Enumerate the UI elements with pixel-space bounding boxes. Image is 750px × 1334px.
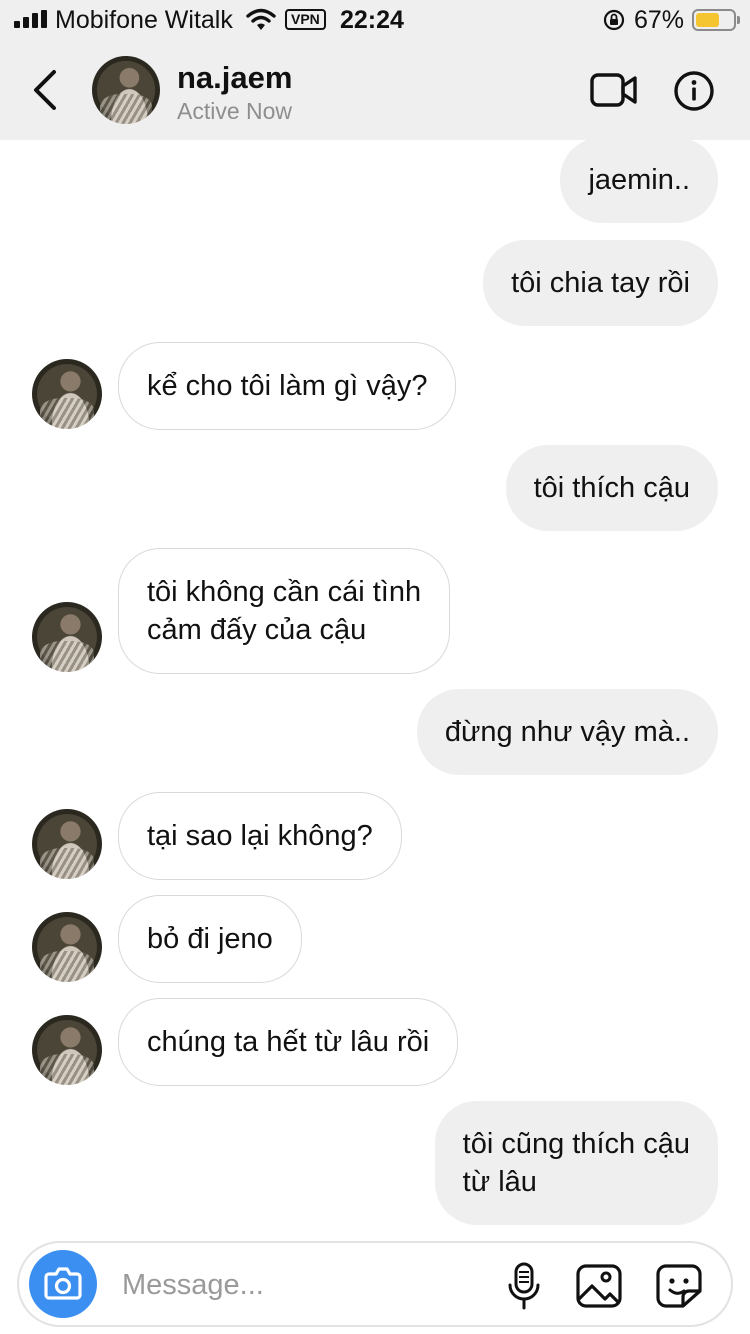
avatar[interactable]: [32, 809, 102, 879]
message-text: tôi thích cậu: [533, 472, 690, 504]
message-text: jaemin..: [588, 164, 690, 196]
message-text: bỏ đi jeno: [147, 923, 273, 955]
message-text: kể cho tôi làm gì vậy?: [147, 370, 428, 402]
signal-icon: [14, 10, 50, 28]
battery-icon: [692, 9, 736, 31]
info-icon[interactable]: [673, 70, 715, 112]
message-text: tại sao lại không?: [147, 820, 373, 852]
battery-tip: [737, 16, 740, 24]
contact-name[interactable]: na.jaem: [177, 60, 292, 96]
received-message[interactable]: kể cho tôi làm gì vậy?: [118, 342, 457, 430]
received-message[interactable]: chúng ta hết từ lâu rồi: [118, 998, 459, 1086]
message-text: đừng như vậy mà..: [444, 716, 690, 748]
received-message[interactable]: bỏ đi jeno: [118, 895, 302, 983]
sent-message[interactable]: tôi thích cậu: [505, 445, 718, 531]
sticker-icon[interactable]: [655, 1263, 703, 1309]
received-message[interactable]: tôi không cần cái tình cảm đấy của cậu: [118, 548, 451, 674]
message-composer: [17, 1241, 733, 1327]
sent-message[interactable]: đừng như vậy mà..: [416, 689, 718, 775]
video-camera-icon[interactable]: [589, 70, 639, 110]
avatar[interactable]: [92, 56, 160, 124]
sent-message[interactable]: jaemin..: [560, 140, 718, 223]
message-text: tôi không cần cái tình: [147, 576, 422, 608]
message-input[interactable]: [122, 1263, 482, 1307]
camera-icon: [44, 1267, 82, 1300]
active-status: Active Now: [177, 98, 293, 124]
clock: 22:24: [340, 6, 404, 34]
microphone-icon[interactable]: [506, 1261, 542, 1311]
message-text: tôi chia tay rồi: [511, 267, 690, 299]
avatar[interactable]: [32, 912, 102, 982]
carrier-name: Mobifone Witalk: [55, 6, 233, 34]
received-message[interactable]: tại sao lại không?: [118, 792, 402, 880]
message-text: cảm đấy của cậu: [147, 614, 367, 646]
avatar[interactable]: [32, 1015, 102, 1085]
chevron-left-icon[interactable]: [26, 68, 66, 112]
message-list[interactable]: jaemin.. tôi chia tay rồi kể cho tôi làm…: [0, 140, 750, 1234]
wifi-icon: [246, 8, 276, 30]
avatar[interactable]: [32, 359, 102, 429]
sent-message[interactable]: tôi chia tay rồi: [483, 240, 718, 326]
message-text: tôi cũng thích cậu: [462, 1128, 690, 1160]
camera-button[interactable]: [29, 1250, 97, 1318]
message-text: từ lâu: [462, 1166, 537, 1198]
status-bar: Mobifone Witalk VPN 22:24 67%: [0, 0, 750, 40]
image-icon[interactable]: [575, 1263, 623, 1309]
avatar[interactable]: [32, 602, 102, 672]
sent-message[interactable]: tôi cũng thích cậu từ lâu: [434, 1101, 718, 1225]
battery-percentage: 67%: [634, 6, 685, 34]
chat-header: na.jaem Active Now: [0, 40, 750, 140]
message-text: chúng ta hết từ lâu rồi: [147, 1026, 430, 1058]
orientation-lock-icon: [603, 9, 625, 31]
vpn-badge: VPN: [285, 9, 326, 30]
